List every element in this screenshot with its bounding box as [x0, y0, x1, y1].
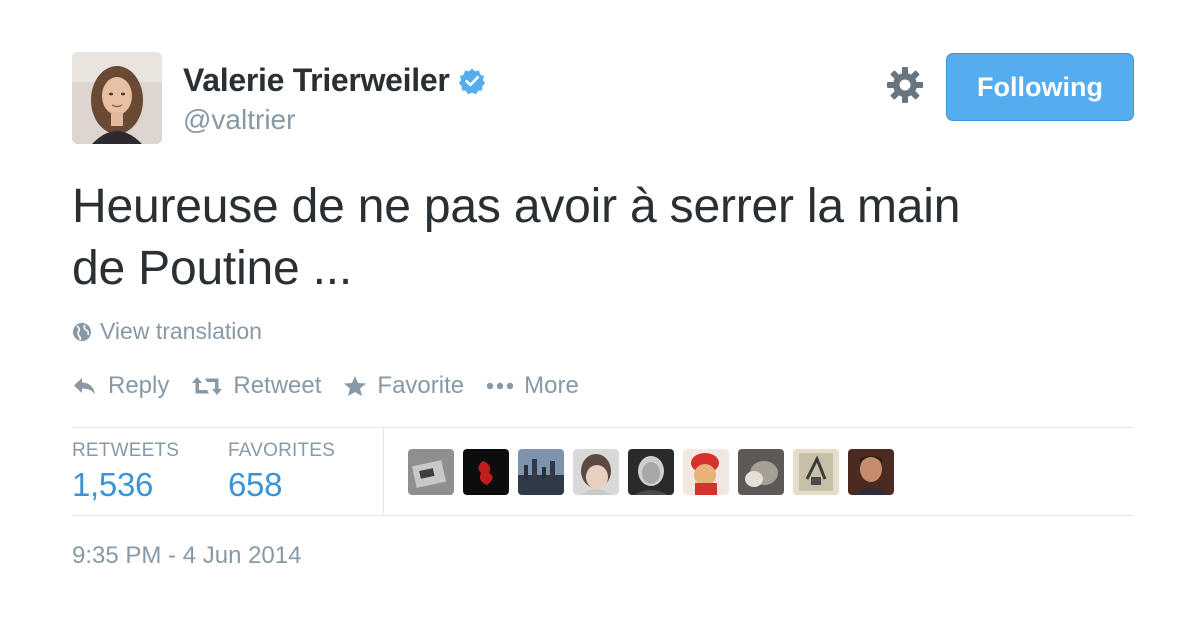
user-avatar[interactable] — [72, 52, 162, 144]
retweets-count[interactable]: 1,536 — [72, 466, 179, 504]
tweet-text: Heureuse de ne pas avoir à serrer la mai… — [72, 176, 1132, 300]
more-button[interactable]: More — [486, 372, 579, 400]
reply-arrow-icon — [74, 378, 95, 394]
reply-button[interactable]: Reply — [72, 372, 169, 400]
favorite-button[interactable]: Favorite — [343, 372, 464, 400]
verified-badge-icon — [458, 66, 486, 94]
star-icon — [344, 376, 367, 396]
globe-icon — [73, 322, 91, 341]
favoriter-avatar[interactable] — [463, 449, 509, 495]
favoriter-avatar[interactable] — [408, 449, 454, 495]
tweet-timestamp[interactable]: 9:35 PM - 4 Jun 2014 — [72, 542, 301, 570]
favorite-label[interactable]: Favorite — [377, 372, 464, 400]
reply-label[interactable]: Reply — [108, 372, 169, 400]
ellipsis-icon — [486, 382, 514, 390]
tweet-actions: Reply Retweet Favorite More — [72, 372, 601, 400]
favoriter-avatar[interactable] — [683, 449, 729, 495]
tweet-text-line-1: Heureuse de ne pas avoir à serrer la mai… — [72, 180, 961, 233]
retweet-label[interactable]: Retweet — [233, 372, 321, 400]
following-button[interactable]: Following — [946, 53, 1134, 121]
tweet-card: Valerie Trierweiler @valtrier Following — [0, 0, 1200, 633]
retweets-label: RETWEETS — [72, 440, 180, 461]
favoriter-avatar[interactable] — [628, 449, 674, 495]
user-handle[interactable]: @valtrier — [183, 104, 295, 136]
retweet-icon — [192, 377, 223, 395]
retweet-button[interactable]: Retweet — [191, 372, 321, 400]
stats-divider-bottom — [72, 515, 1134, 516]
user-display-name[interactable]: Valerie Trierweiler — [183, 62, 450, 98]
stats-divider-vertical — [383, 428, 384, 515]
avatar-image — [72, 52, 162, 144]
stats-divider-top — [72, 427, 1134, 428]
favorites-stat[interactable]: FAVORITES 658 — [228, 440, 335, 504]
favorites-label: FAVORITES — [228, 440, 336, 461]
favoriter-avatar[interactable] — [738, 449, 784, 495]
favoriter-avatar[interactable] — [793, 449, 839, 495]
tweet-text-line-2: de Poutine ... — [72, 242, 353, 295]
gear-icon[interactable] — [885, 65, 925, 105]
favoriter-avatar[interactable] — [518, 449, 564, 495]
more-label[interactable]: More — [524, 372, 579, 400]
favoriter-avatars — [408, 449, 903, 495]
user-name-row[interactable]: Valerie Trierweiler — [183, 62, 486, 99]
view-translation-link[interactable]: View translation — [72, 318, 262, 345]
favoriter-avatar[interactable] — [573, 449, 619, 495]
favoriter-avatar[interactable] — [848, 449, 894, 495]
retweets-stat[interactable]: RETWEETS 1,536 — [72, 440, 179, 504]
favorites-count[interactable]: 658 — [228, 466, 335, 504]
view-translation-label[interactable]: View translation — [100, 318, 262, 345]
